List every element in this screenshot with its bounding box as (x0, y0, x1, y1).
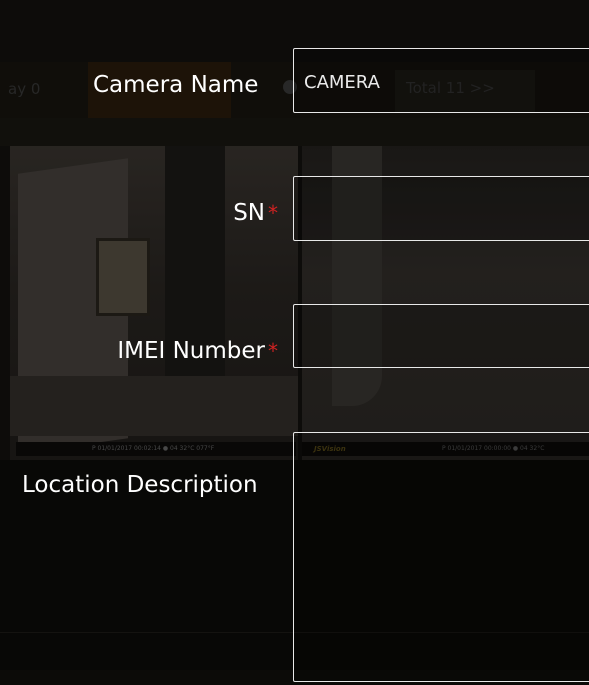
imei-required-icon: * (268, 339, 278, 363)
sn-input[interactable] (294, 177, 589, 240)
imei-field[interactable] (293, 304, 589, 368)
imei-label: IMEI Number * (117, 338, 278, 364)
sn-field[interactable] (293, 176, 589, 241)
location-description-label: Location Description (22, 472, 258, 498)
sn-label: SN * (233, 200, 278, 226)
sn-required-icon: * (268, 201, 278, 225)
camera-name-input[interactable] (294, 49, 589, 112)
camera-name-field[interactable] (293, 48, 589, 113)
location-description-textarea[interactable] (294, 433, 589, 681)
imei-input[interactable] (294, 305, 589, 367)
location-description-field[interactable] (293, 432, 589, 682)
camera-name-label: Camera Name (93, 72, 259, 98)
